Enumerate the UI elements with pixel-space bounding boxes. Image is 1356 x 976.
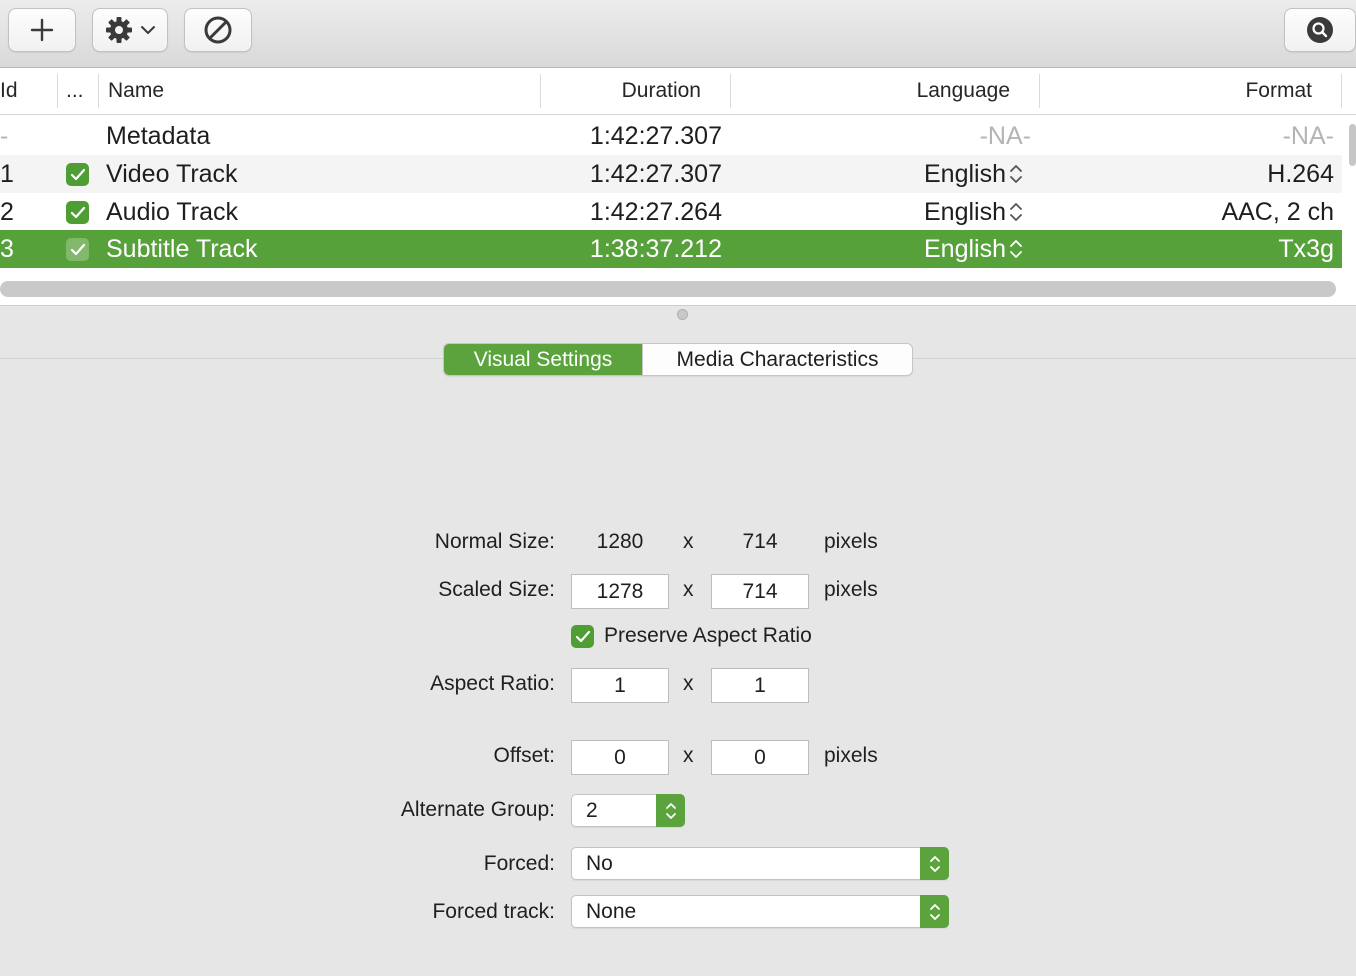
- plus-icon: [30, 18, 54, 42]
- row-name: Subtitle Track: [106, 235, 258, 263]
- row-duration: 1:42:27.307: [589, 122, 722, 150]
- times-label: x: [683, 672, 694, 695]
- alternate-group-value: 2: [586, 799, 598, 822]
- popup-arrows-icon[interactable]: [920, 847, 949, 880]
- row-language[interactable]: English: [730, 193, 1006, 231]
- disable-button[interactable]: [184, 8, 252, 52]
- column-separator[interactable]: [98, 74, 99, 108]
- tab-media-characteristics[interactable]: Media Characteristics: [642, 344, 912, 375]
- column-header-format[interactable]: Format: [1040, 68, 1312, 114]
- row-language: -NA-: [979, 122, 1031, 150]
- aspect-width-field[interactable]: 1: [571, 668, 669, 703]
- row-language[interactable]: English: [730, 155, 1006, 193]
- scaled-width-field[interactable]: 1278: [571, 574, 669, 609]
- row-id: -: [0, 122, 9, 150]
- table-row[interactable]: 1 Video Track 1:42:27.307 English H.264: [0, 155, 1342, 193]
- up-down-arrows-icon[interactable]: [1008, 237, 1024, 261]
- row-format: AAC, 2 ch: [1221, 198, 1334, 226]
- row-enabled-checkbox[interactable]: [66, 163, 89, 186]
- search-button[interactable]: [1284, 8, 1356, 52]
- checkmark-icon: [575, 630, 590, 642]
- forced-label: Forced:: [483, 852, 555, 875]
- split-view-handle[interactable]: [677, 309, 688, 320]
- chevron-down-icon: [141, 26, 155, 34]
- row-name: Metadata: [106, 122, 211, 150]
- tab-visual-settings[interactable]: Visual Settings: [444, 344, 642, 375]
- aspect-ratio-label: Aspect Ratio:: [430, 672, 555, 695]
- preserve-aspect-label[interactable]: Preserve Aspect Ratio: [604, 624, 812, 648]
- forced-track-select[interactable]: None: [571, 895, 949, 928]
- times-label: x: [683, 744, 694, 767]
- action-menu-button[interactable]: [92, 8, 168, 52]
- pixels-label: pixels: [824, 744, 878, 767]
- search-icon: [1307, 17, 1333, 43]
- column-separator[interactable]: [1341, 74, 1342, 108]
- row-name: Audio Track: [106, 198, 239, 226]
- tab-bar: Visual Settings Media Characteristics: [443, 343, 913, 376]
- row-name: Video Track: [106, 160, 238, 188]
- preserve-aspect-checkbox[interactable]: [571, 625, 594, 648]
- row-format: -NA-: [1282, 122, 1334, 150]
- row-format: H.264: [1267, 160, 1334, 188]
- prohibited-icon: [204, 16, 232, 44]
- aspect-height-field[interactable]: 1: [711, 668, 809, 703]
- add-button[interactable]: [8, 8, 76, 52]
- table-header: Id ... Name Duration Language Format: [0, 68, 1356, 115]
- normal-width-value: 1280: [596, 530, 644, 553]
- row-format: Tx3g: [1278, 235, 1334, 263]
- column-header-name[interactable]: Name: [108, 68, 164, 114]
- column-header-duration[interactable]: Duration: [540, 68, 701, 114]
- column-header-id[interactable]: Id: [0, 68, 18, 114]
- pixels-label: pixels: [824, 530, 878, 553]
- table-row[interactable]: - Metadata 1:42:27.307 -NA- -NA-: [0, 117, 1342, 155]
- offset-y-field[interactable]: 0: [711, 740, 809, 775]
- horizontal-scrollbar[interactable]: [0, 281, 1336, 297]
- row-enabled-checkbox[interactable]: [66, 238, 89, 261]
- vertical-scrollbar[interactable]: [1349, 124, 1356, 166]
- offset-label: Offset:: [493, 744, 555, 767]
- forced-value: No: [586, 852, 613, 875]
- toolbar: [0, 0, 1356, 68]
- forced-select[interactable]: No: [571, 847, 949, 880]
- scaled-size-label: Scaled Size:: [438, 578, 555, 601]
- row-duration: 1:38:37.212: [589, 235, 722, 263]
- row-enabled-checkbox[interactable]: [66, 201, 89, 224]
- times-label: x: [683, 530, 694, 553]
- checkmark-icon: [70, 168, 85, 180]
- gear-icon: [106, 17, 132, 43]
- alternate-group-stepper[interactable]: 2: [571, 794, 685, 827]
- table-row[interactable]: 2 Audio Track 1:42:27.264 English AAC, 2…: [0, 193, 1342, 231]
- row-language[interactable]: English: [730, 230, 1006, 268]
- table-row-selected[interactable]: 3 Subtitle Track 1:38:37.212 English Tx3…: [0, 230, 1342, 268]
- normal-height-value: 714: [742, 530, 778, 553]
- forced-track-value: None: [586, 900, 637, 923]
- stepper-arrows-icon[interactable]: [656, 794, 685, 827]
- alternate-group-label: Alternate Group:: [400, 798, 555, 821]
- up-down-arrows-icon[interactable]: [1008, 162, 1024, 186]
- forced-track-label: Forced track:: [432, 900, 555, 923]
- tracks-table: Id ... Name Duration Language Format - M…: [0, 68, 1356, 306]
- offset-x-field[interactable]: 0: [571, 740, 669, 775]
- column-separator[interactable]: [57, 74, 58, 108]
- up-down-arrows-icon[interactable]: [1008, 200, 1024, 224]
- times-label: x: [683, 578, 694, 601]
- checkmark-icon: [70, 206, 85, 218]
- column-header-language[interactable]: Language: [730, 68, 1010, 114]
- normal-size-label: Normal Size:: [434, 530, 555, 553]
- row-duration: 1:42:27.264: [589, 198, 722, 226]
- column-header-enabled[interactable]: ...: [66, 68, 84, 114]
- scaled-height-field[interactable]: 714: [711, 574, 809, 609]
- popup-arrows-icon[interactable]: [920, 895, 949, 928]
- row-id: 3: [0, 235, 14, 263]
- row-id: 2: [0, 198, 14, 226]
- pixels-label: pixels: [824, 578, 878, 601]
- row-id: 1: [0, 160, 14, 188]
- row-duration: 1:42:27.307: [589, 160, 722, 188]
- checkmark-icon: [70, 243, 85, 255]
